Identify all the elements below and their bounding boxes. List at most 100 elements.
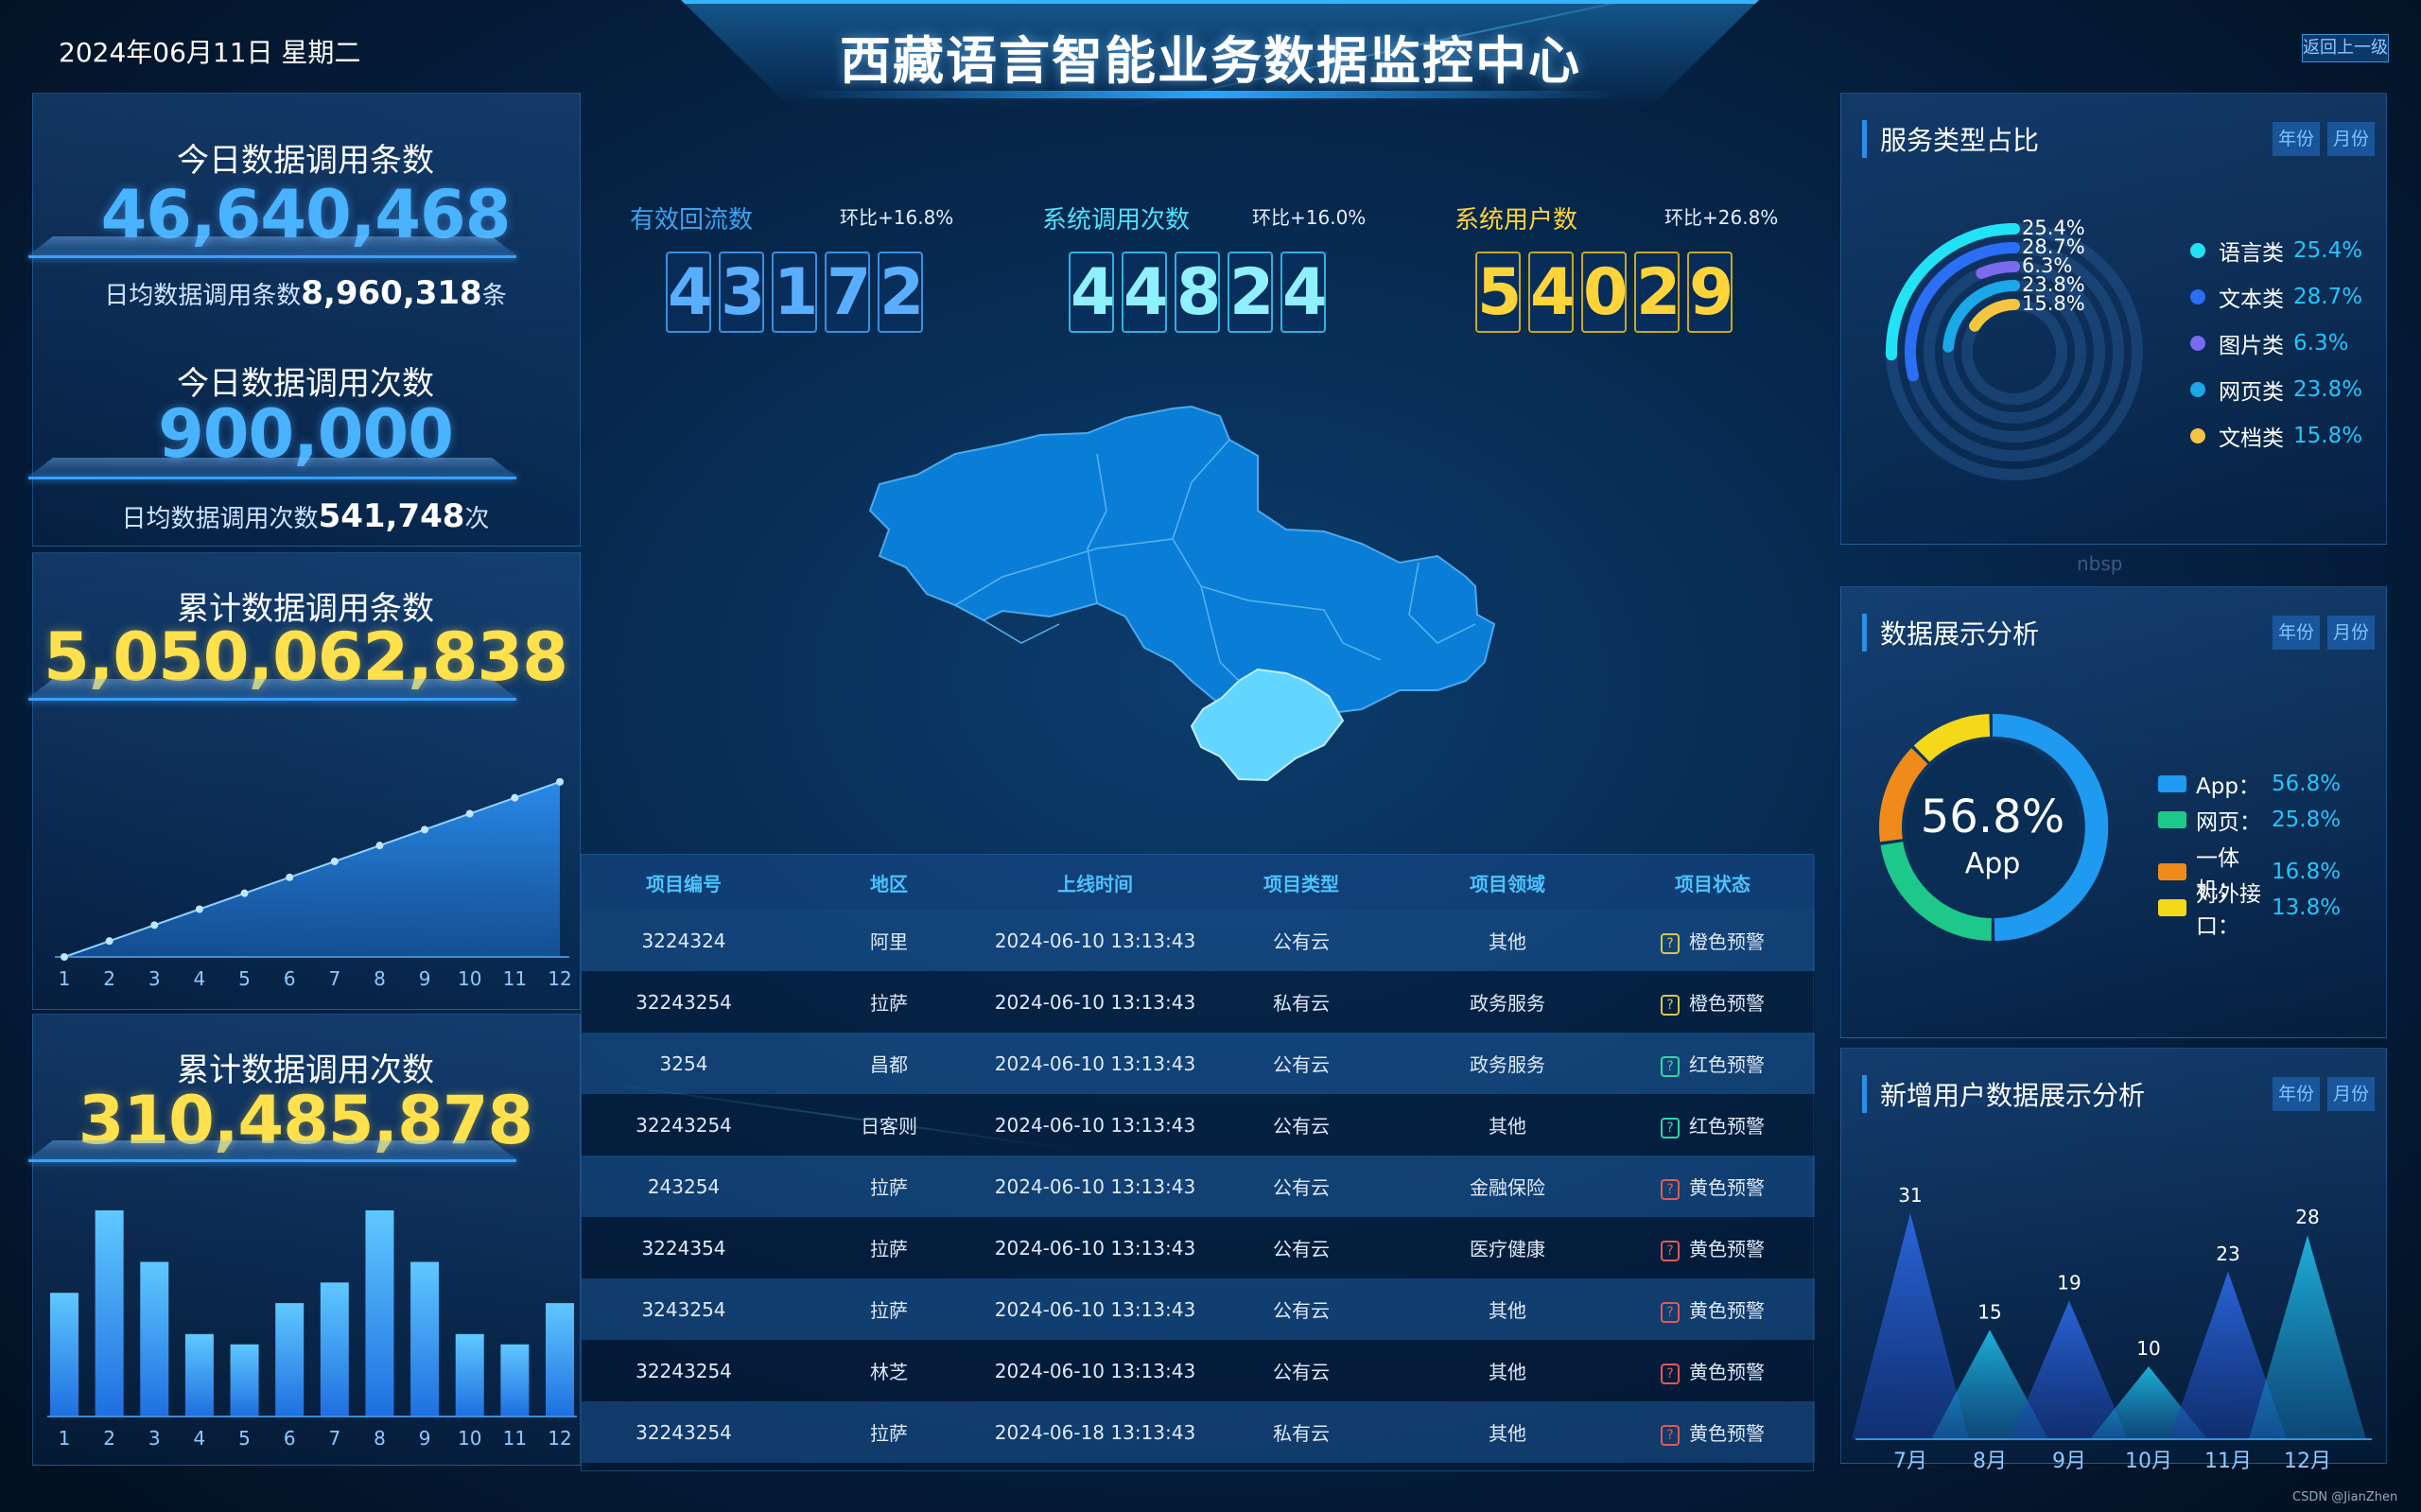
tab-month[interactable]: 月份: [2327, 616, 2375, 650]
bar: [184, 1333, 214, 1416]
legend-dot: [2190, 428, 2205, 443]
tab-year[interactable]: 年份: [2273, 122, 2320, 156]
kpi-digits-reflow: 4 3 1 7 2: [666, 252, 924, 333]
kpi-digit: 4: [1280, 252, 1327, 333]
header-online-time[interactable]: 上线时间: [992, 869, 1198, 896]
cell-region: 拉萨: [870, 992, 908, 1015]
table-row[interactable]: 32243254 拉萨 2024-06-10 13:13:43 私有云 政务服务? 橙色预…: [582, 971, 1815, 1033]
area-point: [421, 826, 429, 834]
cell-project-id: 32243254: [636, 990, 732, 1014]
x-tick-label: 4: [194, 1427, 206, 1450]
daily-avg-times-suffix: 次: [464, 505, 490, 533]
header-project-domain[interactable]: 项目领域: [1404, 869, 1611, 896]
cell-project-id: 3224324: [641, 929, 726, 952]
tab-year[interactable]: 年份: [2273, 1077, 2320, 1111]
area-point: [61, 953, 68, 961]
status-text: 黄色预警: [1689, 1422, 1765, 1445]
cell-project-type: 公有云: [1273, 1176, 1330, 1199]
table-row[interactable]: 3254 昌都 2024-06-10 13:13:43 公有云 政务服务? 红色预警: [582, 1033, 1815, 1094]
value-pedestal: [28, 236, 516, 255]
data-label: 23: [2216, 1243, 2239, 1265]
watermark: CSDN @JianZhen: [2292, 1490, 2398, 1504]
table-row[interactable]: 32243254 拉萨 2024-06-18 13:13:43 私有云 其他? 黄色预警: [582, 1401, 1815, 1463]
table-row[interactable]: 3224324 阿里 2024-06-10 13:13:43 公有云 其他? 橙色预警: [582, 910, 1815, 971]
area-point: [195, 905, 203, 913]
cell-project-id: 32243254: [636, 1420, 732, 1444]
service-type-tabs: 年份 月份: [2273, 122, 2375, 156]
kpi-label-system-calls: 系统调用次数: [1042, 206, 1191, 235]
legend-dot: [2190, 336, 2205, 351]
x-tick-label: 12月: [2284, 1450, 2331, 1473]
x-tick-label: 3: [148, 967, 161, 990]
warning-icon: ?: [1661, 1424, 1680, 1446]
x-tick-label: 9: [419, 1427, 431, 1450]
current-date: 2024年06月11日 星期二: [59, 37, 361, 68]
cell-online-time: 2024-06-10 13:13:43: [994, 1236, 1196, 1260]
kpi-digit: 2: [1228, 252, 1274, 333]
x-tick-label: 5: [238, 1427, 251, 1450]
legend-dot: [2190, 243, 2205, 258]
table-row[interactable]: 32243254 林芝 2024-06-10 13:13:43 公有云 其他? 黄色预警: [582, 1340, 1815, 1401]
legend-item: 网页类 23.8%: [2190, 374, 2362, 406]
value-pedestal-line: [28, 1159, 516, 1162]
cell-project-type: 公有云: [1273, 930, 1330, 953]
project-table: 项目编号 地区 上线时间 项目类型 项目领域 项目状态 3224324 阿里 202…: [581, 854, 1815, 1471]
daily-avg-calls-prefix: 日均数据调用条数: [104, 282, 302, 310]
area-point: [330, 858, 339, 865]
cell-online-time: 2024-06-10 13:13:43: [994, 1051, 1196, 1075]
kpi-digit: 2: [878, 252, 924, 333]
header-project-type[interactable]: 项目类型: [1198, 869, 1404, 896]
value-pedestal-line: [28, 698, 516, 701]
table-row[interactable]: 32243254 日客则 2024-06-10 13:13:43 公有云 其他? 红色预警: [582, 1094, 1815, 1156]
legend-swatch: [2158, 811, 2186, 828]
value-pedestal: [28, 458, 516, 477]
area-point: [465, 809, 474, 818]
legend-label: 文本类: [2219, 287, 2284, 312]
cell-project-domain: 其他: [1489, 930, 1526, 953]
cell-project-type: 公有云: [1273, 1115, 1330, 1138]
header-region[interactable]: 地区: [786, 869, 992, 896]
x-tick-label: 8: [374, 1427, 386, 1450]
cell-project-status: ? 红色预警: [1611, 1111, 1815, 1138]
legend-label: App：: [2196, 774, 2260, 799]
legend-value: 28.7%: [2293, 285, 2363, 309]
cumulative-times-bar-chart: 1 2 3 4 5 6 7 8 9 10 11 12: [47, 1210, 577, 1450]
cell-project-status: ? 红色预警: [1611, 1050, 1815, 1077]
kpi-digit: 4: [1122, 252, 1168, 333]
area-point: [556, 777, 564, 786]
x-tick-label: 7月: [1893, 1450, 1927, 1473]
cell-project-id: 3243254: [641, 1297, 726, 1321]
header-project-id[interactable]: 项目编号: [582, 869, 786, 896]
x-tick-label: 1: [59, 967, 71, 990]
x-tick-label: 4: [194, 967, 206, 990]
value-pedestal-line: [28, 255, 516, 258]
tab-month[interactable]: 月份: [2327, 1077, 2375, 1111]
kpi-change-reflow: 环比+16.8%: [840, 206, 954, 229]
legend-label: 文档类: [2219, 426, 2284, 451]
tab-year[interactable]: 年份: [2273, 616, 2320, 650]
bar: [455, 1333, 484, 1416]
cell-project-status: ? 黄色预警: [1611, 1234, 1815, 1261]
value-pedestal: [28, 679, 516, 698]
legend-label: 语言类: [2219, 241, 2284, 266]
status-text: 红色预警: [1689, 1053, 1765, 1076]
bar: [365, 1210, 394, 1416]
back-button[interactable]: 返回上一级: [2302, 34, 2389, 62]
new-users-tabs: 年份 月份: [2273, 1077, 2375, 1111]
data-display-title: 数据展示分析: [1862, 614, 2039, 652]
legend-item: App： 56.8%: [2158, 768, 2341, 800]
map-region-main[interactable]: [868, 405, 1496, 735]
x-tick-label: 8: [374, 967, 386, 990]
legend-label: 对外接口：: [2196, 882, 2261, 939]
kpi-digit: 4: [1528, 252, 1575, 333]
table-row[interactable]: 3243254 拉萨 2024-06-10 13:13:43 公有云 其他? 黄色预警: [582, 1278, 1815, 1340]
kpi-digit: 8: [1175, 252, 1221, 333]
warning-icon: ?: [1661, 1178, 1680, 1200]
tab-month[interactable]: 月份: [2327, 122, 2375, 156]
kpi-digit: 3: [719, 252, 765, 333]
table-row[interactable]: 243254 拉萨 2024-06-10 13:13:43 公有云 金融保险? 黄色预警: [582, 1156, 1815, 1217]
cell-region: 拉萨: [870, 1422, 908, 1445]
header-project-status[interactable]: 项目状态: [1611, 869, 1815, 896]
legend-item: 语言类 25.4%: [2190, 235, 2362, 267]
table-row[interactable]: 3224354 拉萨 2024-06-10 13:13:43 公有云 医疗健康? 黄色预警: [582, 1217, 1815, 1278]
